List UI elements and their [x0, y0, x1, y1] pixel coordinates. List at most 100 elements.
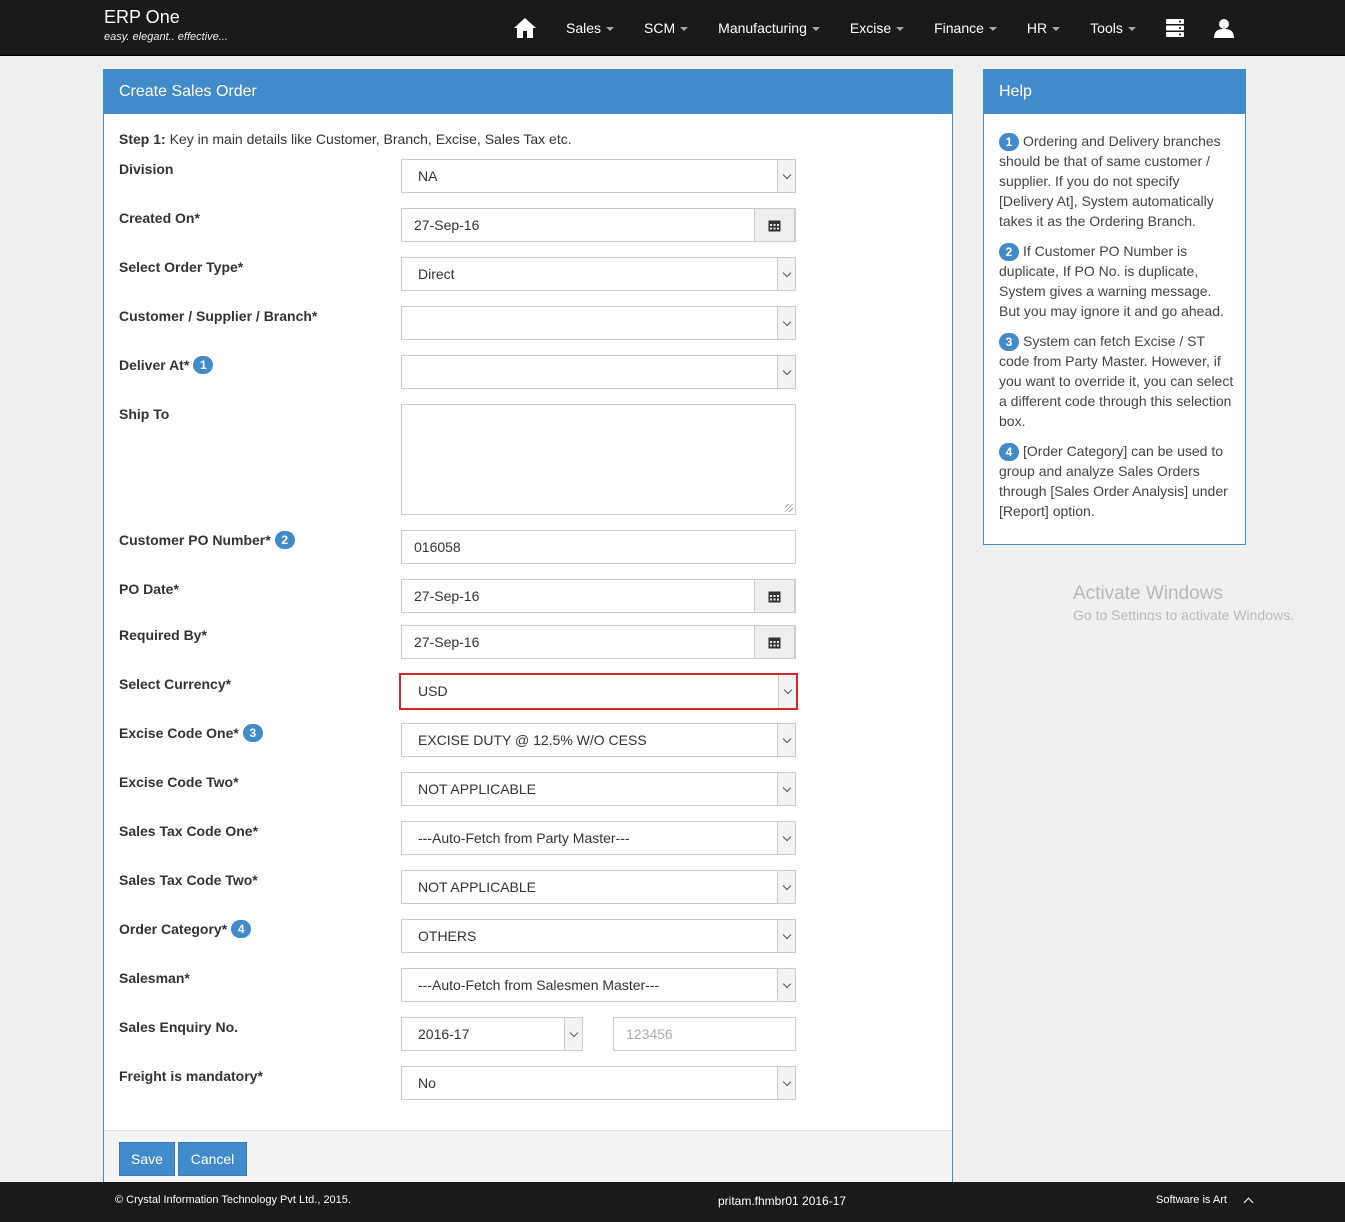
created-on-input[interactable]: 27-Sep-16 [401, 208, 796, 242]
sales-tax-two-select[interactable]: NOT APPLICABLE [401, 870, 796, 904]
order-category-select[interactable]: OTHERS [401, 919, 796, 953]
deliver-at-select[interactable] [401, 355, 796, 389]
freight-select[interactable]: No [401, 1066, 796, 1100]
sales-enquiry-number-input[interactable]: 123456 [613, 1017, 796, 1051]
division-value: NA [418, 168, 438, 184]
calendar-icon[interactable] [754, 625, 795, 659]
chevron-down-icon [777, 969, 795, 1001]
help-list: 1 Ordering and Delivery branches should b… [999, 131, 1235, 531]
user-icon[interactable] [1199, 0, 1249, 56]
scroll-top-icon[interactable] [1243, 1197, 1254, 1208]
chevron-down-icon [777, 871, 795, 903]
chevron-down-icon [777, 822, 795, 854]
database-icon[interactable] [1151, 0, 1199, 56]
nav-excise-label: Excise [849, 20, 892, 36]
chevron-down-icon [777, 160, 795, 192]
excise-one-select[interactable]: EXCISE DUTY @ 12.5% W/O CESS [401, 723, 796, 757]
help-text: [Order Category] can be used to group an… [999, 443, 1228, 519]
help-title: Help [984, 70, 1245, 114]
nav-tools[interactable]: Tools [1075, 0, 1151, 56]
nav-finance[interactable]: Finance [919, 0, 1012, 56]
nav-sales-label: Sales [566, 20, 602, 36]
session-info: pritam.fhmbr01 2016-17 [718, 1194, 847, 1208]
help-badge: 3 [999, 333, 1019, 351]
caret-down-icon [680, 27, 689, 31]
help-badge-4: 4 [231, 920, 252, 938]
nav-sales[interactable]: Sales [551, 0, 629, 56]
help-text: System can fetch Excise / ST code from P… [999, 333, 1234, 429]
chevron-down-icon [777, 258, 795, 290]
main-nav: Sales SCM Manufacturing Excise Finance H… [505, 0, 1249, 56]
freight-value: No [418, 1075, 436, 1091]
ship-to-label: Ship To [119, 406, 170, 422]
caret-down-icon [1127, 27, 1136, 31]
po-date-value: 27-Sep-16 [414, 588, 480, 604]
deliver-at-label-text: Deliver At* [119, 357, 190, 373]
salesman-label: Salesman* [119, 970, 190, 986]
create-sales-order-panel: Create Sales Order Step 1: Key in main d… [103, 69, 953, 1182]
po-date-label: PO Date* [119, 581, 179, 597]
order-type-select[interactable]: Direct [401, 257, 796, 291]
excise-two-select[interactable]: NOT APPLICABLE [401, 772, 796, 806]
nav-hr[interactable]: HR [1012, 0, 1075, 56]
sales-enquiry-year-value: 2016-17 [418, 1026, 470, 1042]
caret-down-icon [811, 27, 820, 31]
order-type-label: Select Order Type* [119, 259, 244, 275]
sales-tax-one-label: Sales Tax Code One* [119, 823, 259, 839]
customer-po-input[interactable]: 016058 [401, 530, 796, 564]
chevron-down-icon [777, 724, 795, 756]
order-category-label: Order Category* 4 [119, 920, 252, 938]
help-item: 2 If Customer PO Number is duplicate, If … [999, 241, 1235, 321]
excise-two-value: NOT APPLICABLE [418, 781, 537, 797]
help-text: If Customer PO Number is duplicate, If P… [999, 243, 1224, 319]
nav-excise[interactable]: Excise [835, 0, 919, 56]
chevron-down-icon [778, 675, 796, 708]
deliver-at-label: Deliver At* 1 [119, 356, 214, 374]
resize-grip-icon[interactable] [785, 504, 793, 512]
sales-enquiry-year-select[interactable]: 2016-17 [401, 1017, 583, 1051]
brand[interactable]: ERP One easy. elegant.. effective... [104, 6, 228, 43]
calendar-icon[interactable] [754, 579, 795, 613]
save-button[interactable]: Save [119, 1142, 175, 1176]
salesman-select[interactable]: ---Auto-Fetch from Salesmen Master--- [401, 968, 796, 1002]
help-item: 4 [Order Category] can be used to group a… [999, 441, 1235, 521]
required-by-label: Required By* [119, 627, 207, 643]
required-by-input[interactable]: 27-Sep-16 [401, 625, 796, 659]
app-tagline: easy. elegant.. effective... [104, 31, 228, 43]
customer-po-label: Customer PO Number* 2 [119, 531, 295, 549]
currency-select[interactable]: USD [399, 673, 798, 710]
activation-watermark: Activate Windows Go to Settings to activ… [1073, 583, 1333, 621]
help-item: 3 System can fetch Excise / ST code from … [999, 331, 1235, 431]
caret-down-icon [606, 27, 615, 31]
customer-po-value: 016058 [414, 539, 461, 555]
calendar-icon[interactable] [754, 208, 795, 242]
created-on-value: 27-Sep-16 [414, 217, 480, 233]
nav-scm-label: SCM [644, 20, 676, 36]
division-select[interactable]: NA [401, 159, 796, 193]
po-date-input[interactable]: 27-Sep-16 [401, 579, 796, 613]
panel-title: Create Sales Order [104, 70, 952, 114]
form-footer: Save Cancel [104, 1130, 952, 1182]
sales-tax-two-value: NOT APPLICABLE [418, 879, 537, 895]
watermark-line1: Activate Windows [1073, 583, 1223, 604]
step-instruction: Step 1: Key in main details like Custome… [119, 131, 572, 147]
cancel-button[interactable]: Cancel [178, 1142, 247, 1176]
sales-enquiry-placeholder: 123456 [626, 1026, 673, 1042]
home-icon[interactable] [505, 0, 545, 56]
ship-to-textarea[interactable] [401, 404, 796, 515]
chevron-down-icon [777, 307, 795, 339]
caret-down-icon [988, 27, 997, 31]
nav-hr-label: HR [1026, 20, 1048, 36]
chevron-down-icon [777, 920, 795, 952]
currency-value: USD [418, 683, 448, 699]
customer-po-label-text: Customer PO Number* [119, 532, 271, 548]
nav-scm[interactable]: SCM [629, 0, 703, 56]
nav-manufacturing[interactable]: Manufacturing [703, 0, 835, 56]
freight-label: Freight is mandatory* [119, 1068, 263, 1084]
help-panel: Help 1 Ordering and Delivery branches sho… [983, 69, 1246, 545]
customer-select[interactable] [401, 306, 796, 340]
order-category-value: OTHERS [418, 928, 477, 944]
copyright-text: © Crystal Information Technology Pvt Ltd… [115, 1194, 351, 1206]
sales-tax-one-select[interactable]: ---Auto-Fetch from Party Master--- [401, 821, 796, 855]
caret-down-icon [896, 27, 905, 31]
